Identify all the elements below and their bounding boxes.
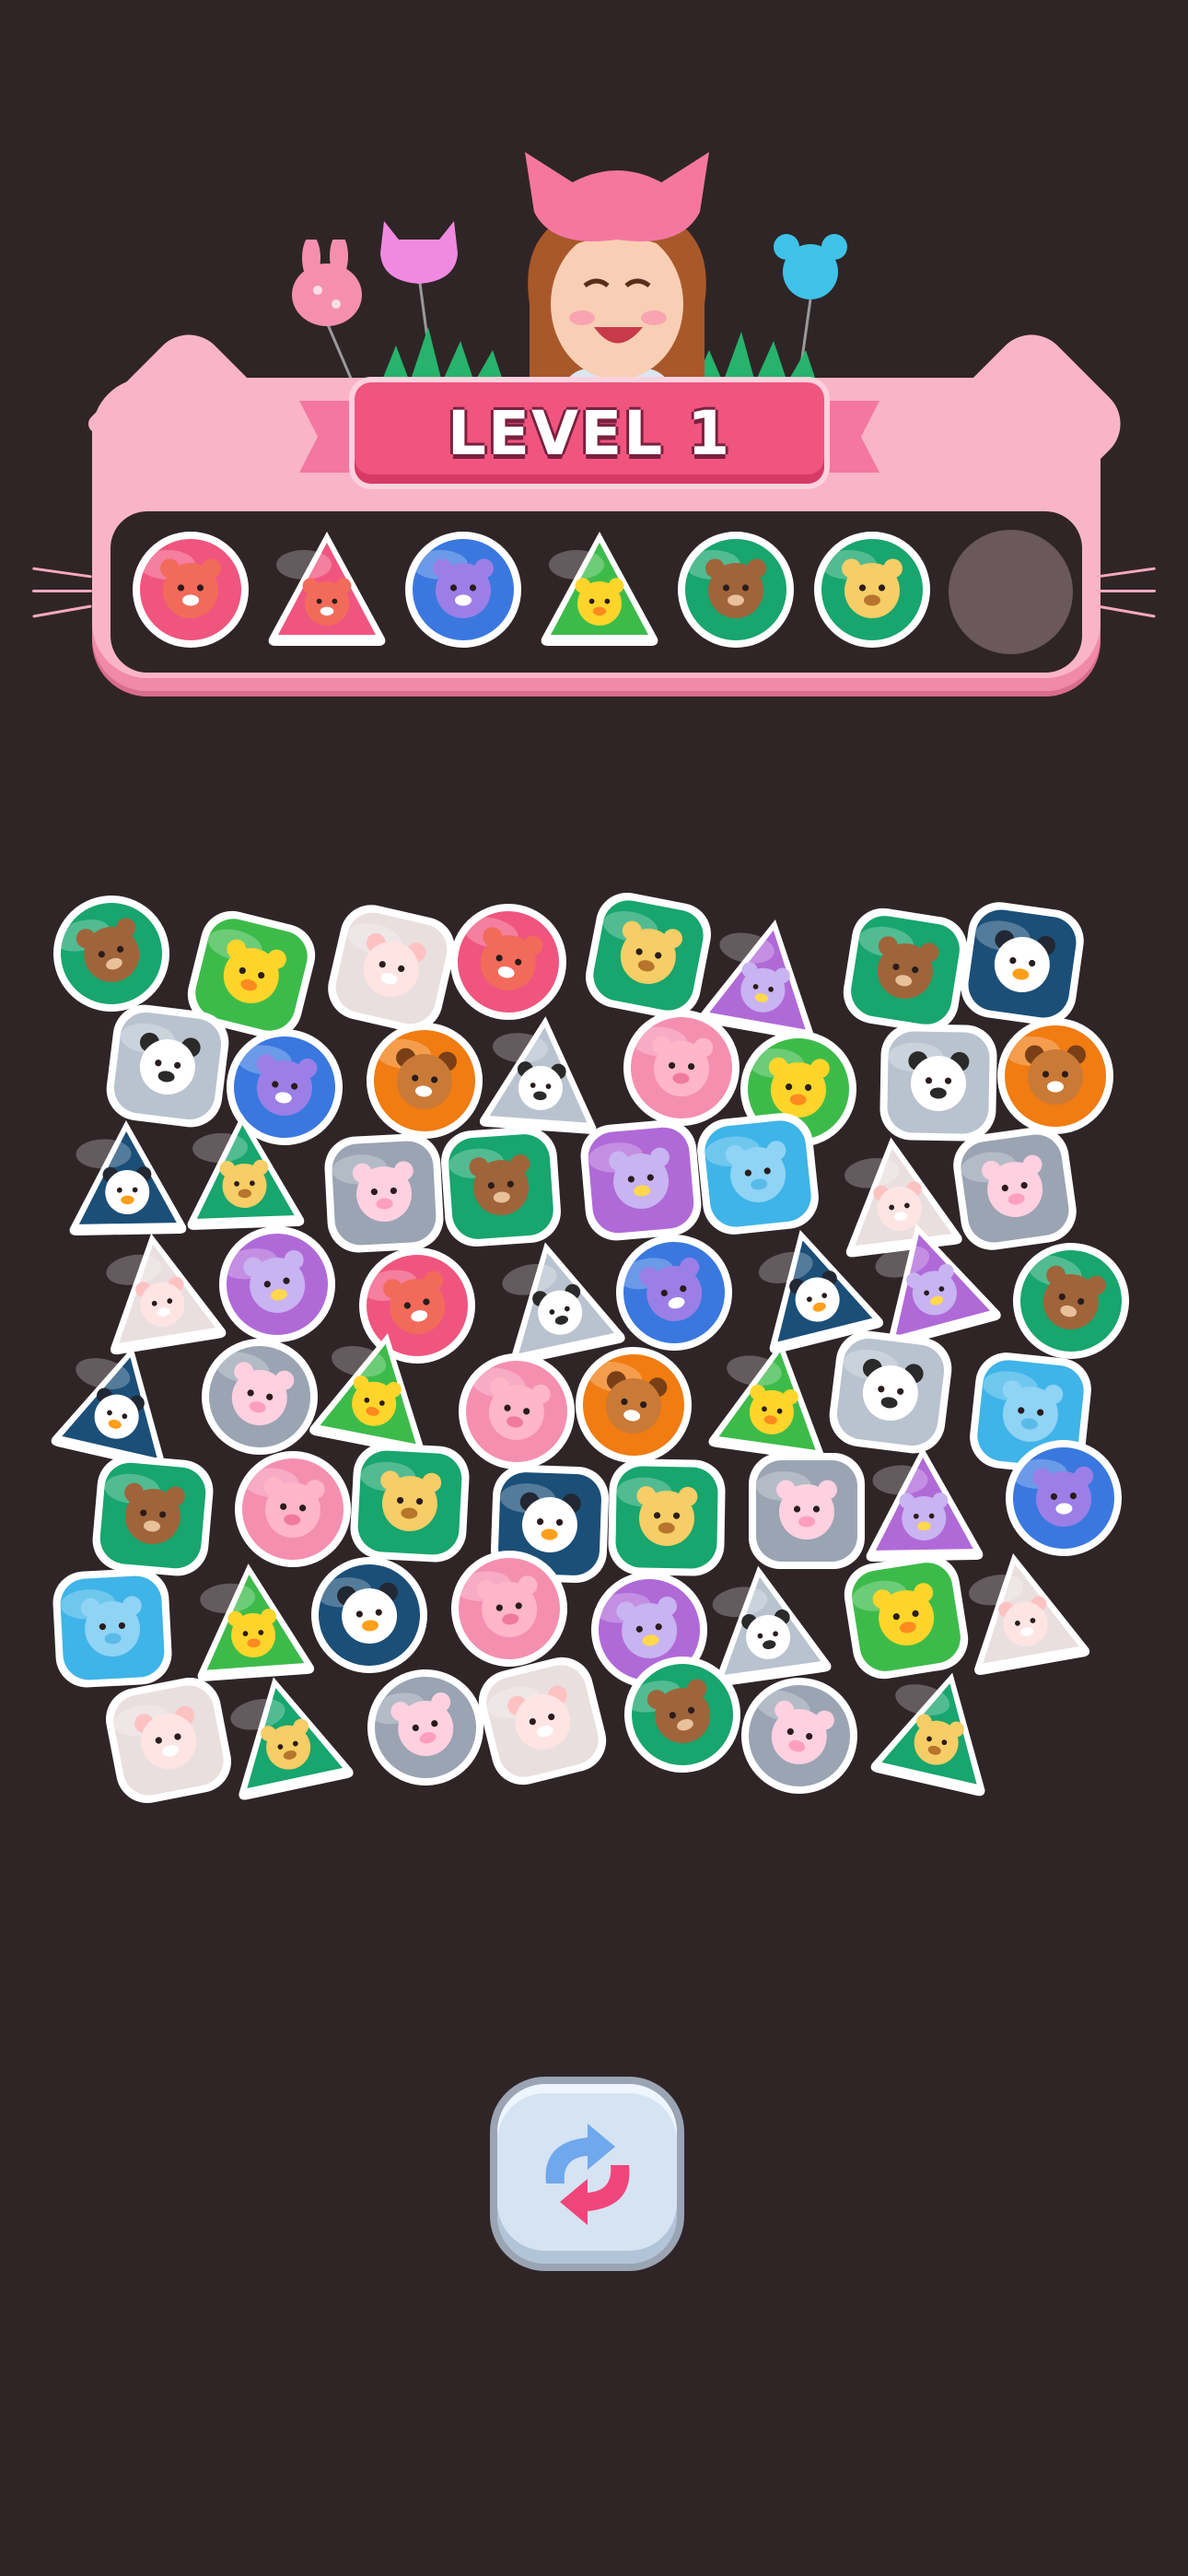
tray-tile-fox-icon xyxy=(267,530,387,650)
board-tile-unicorn-icon[interactable] xyxy=(863,1444,984,1565)
board-tile-dog-icon[interactable] xyxy=(360,1016,490,1146)
tray-tile-bear-icon xyxy=(676,530,796,650)
level-ribbon: LEVEL 1 xyxy=(355,382,824,484)
whisker xyxy=(1096,567,1156,579)
board-tile-owl-icon[interactable] xyxy=(1002,1436,1125,1560)
tray-tile-fox-icon xyxy=(131,530,250,650)
whisker xyxy=(1096,590,1156,592)
board-tile-chick-icon[interactable] xyxy=(189,1558,317,1686)
board-tile-chick-icon[interactable] xyxy=(307,1320,447,1460)
board-tile-giraffe-icon[interactable] xyxy=(182,1110,306,1234)
whisker xyxy=(1096,604,1156,618)
board-tile-giraffe-icon[interactable] xyxy=(868,1657,1011,1801)
board-tile-bear-icon[interactable] xyxy=(837,902,974,1039)
board-tile-panda-icon[interactable] xyxy=(878,1022,999,1143)
whisker xyxy=(32,604,92,618)
board-tile-sheep-icon[interactable] xyxy=(92,1223,229,1360)
shuffle-button[interactable] xyxy=(497,2084,677,2264)
board-tile-penguin-icon[interactable] xyxy=(955,896,1090,1032)
board-tile-dog-icon[interactable] xyxy=(996,1016,1115,1136)
board-tile-giraffe-icon[interactable] xyxy=(606,1457,728,1578)
board-tile-chick-icon[interactable] xyxy=(706,1331,842,1467)
level-title: LEVEL 1 xyxy=(447,397,732,469)
collection-tray xyxy=(111,511,1082,673)
board-tile-bunny-icon[interactable] xyxy=(321,1130,448,1257)
bunny-balloon-icon xyxy=(292,240,362,387)
board-tile-unicorn-icon[interactable] xyxy=(577,1116,706,1246)
whisker xyxy=(32,590,92,592)
board-tile-penguin-icon[interactable] xyxy=(305,1551,435,1680)
tray-tile-giraffe-icon xyxy=(812,530,932,650)
shuffle-arrows-icon xyxy=(545,2123,629,2225)
board-tile-giraffe-icon[interactable] xyxy=(578,885,718,1025)
game-screen: LEVEL 1 xyxy=(0,0,1188,2576)
board-tile-giraffe-icon[interactable] xyxy=(347,1440,473,1566)
level-header: LEVEL 1 xyxy=(28,138,1160,709)
board-tile-giraffe-icon[interactable] xyxy=(215,1663,356,1805)
board-tile-pig-icon[interactable] xyxy=(229,1446,357,1574)
board-tile-pig-icon[interactable] xyxy=(619,1005,745,1131)
board-tile-elephant-icon[interactable] xyxy=(693,1108,824,1240)
board-tile-panda-icon[interactable] xyxy=(478,1011,606,1139)
board-tile-panda-icon[interactable] xyxy=(824,1326,958,1459)
tray-tile-chick-icon xyxy=(540,530,659,650)
board-tile-sheep-icon[interactable] xyxy=(954,1541,1093,1680)
tray-slot-empty xyxy=(949,530,1073,654)
board-tile-penguin-icon[interactable] xyxy=(66,1118,188,1239)
board-tile-bear-icon[interactable] xyxy=(437,1123,565,1251)
board-tile-dog-icon[interactable] xyxy=(565,1337,703,1474)
board-tile-pig-icon[interactable] xyxy=(444,1543,576,1675)
tray-tile-owl-icon xyxy=(403,530,523,650)
board-tile-bunny-icon[interactable] xyxy=(747,1451,867,1571)
whisker xyxy=(32,567,92,579)
board-tile-bear-icon[interactable] xyxy=(88,1451,218,1581)
board-tile-elephant-icon[interactable] xyxy=(50,1565,176,1692)
